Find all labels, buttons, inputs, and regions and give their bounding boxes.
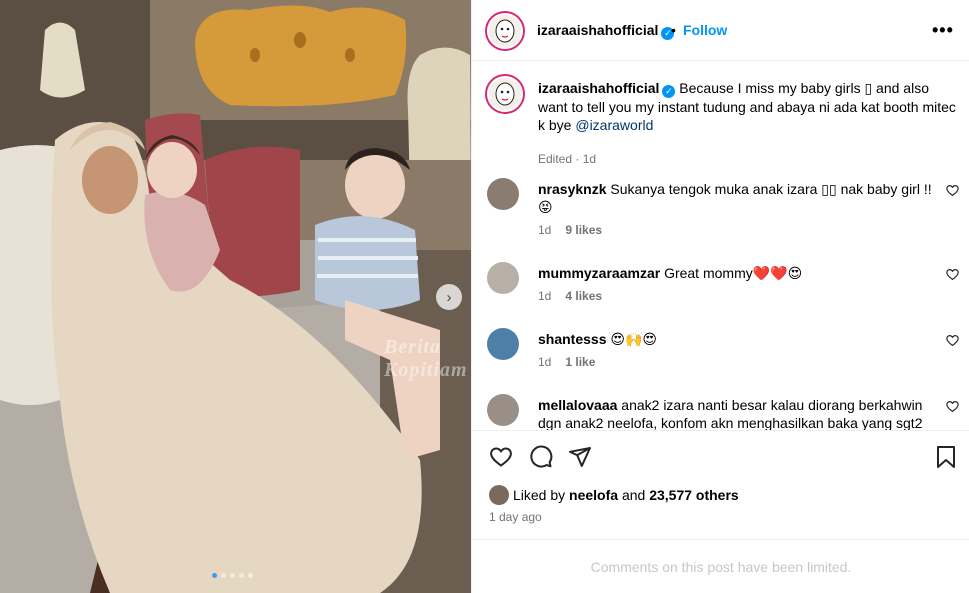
comment-text: nrasyknzk Sukanya tengok muka anak izara…: [538, 180, 938, 216]
comment-likes[interactable]: 4 likes: [565, 289, 602, 303]
comment-age: 1d: [538, 223, 552, 237]
carousel-next-button[interactable]: ›: [436, 284, 462, 310]
author-username-row[interactable]: izaraaishahofficial ✓: [537, 22, 675, 40]
liked-by-middle: and: [621, 487, 646, 503]
comment-age: 1d: [538, 355, 552, 369]
author-username[interactable]: izaraaishahofficial: [537, 22, 658, 38]
comment-body: 😍🙌😍: [610, 331, 657, 347]
comments-list[interactable]: izaraaishahofficial ✓ Because I miss my b…: [472, 62, 969, 430]
header-separator: •: [671, 22, 676, 38]
carousel-dot: [212, 573, 217, 578]
liked-by-user[interactable]: neelofa: [569, 487, 618, 503]
share-send-icon[interactable]: [568, 445, 592, 469]
carousel-dot: [221, 573, 226, 578]
caption-text: izaraaishahofficial ✓ Because I miss my b…: [538, 79, 958, 134]
commenter-avatar[interactable]: [487, 178, 519, 210]
comment-meta: 1d 9 likes: [538, 223, 602, 237]
caption-avatar[interactable]: [485, 74, 525, 114]
verified-badge-icon: ✓: [662, 85, 676, 98]
caption-mention-link[interactable]: @izaraworld: [575, 117, 653, 133]
commenter-avatar[interactable]: [487, 262, 519, 294]
caption-username[interactable]: izaraaishahofficial: [538, 80, 659, 96]
carousel-dot: [230, 573, 235, 578]
comments-limited-notice: Comments on this post have been limited.: [590, 559, 852, 575]
comment-like-heart-icon[interactable]: [946, 268, 959, 281]
post-side-panel: izaraaishahofficial ✓ • Follow ••• izaraa…: [471, 0, 969, 593]
carousel-dot: [248, 573, 253, 578]
liked-by-row[interactable]: Liked by neelofa and 23,577 others: [489, 485, 739, 505]
carousel-dot: [239, 573, 244, 578]
watermark-text: Berita Kopitiam: [384, 336, 468, 381]
liker-avatar: [489, 485, 509, 505]
post-actions: Liked by neelofa and 23,577 others 1 day…: [472, 430, 969, 540]
commenter-username[interactable]: mellalovaaa: [538, 397, 617, 413]
comment-text: shantesss 😍🙌😍: [538, 330, 938, 348]
comment-like-heart-icon[interactable]: [946, 184, 959, 197]
comment-likes[interactable]: 9 likes: [565, 223, 602, 237]
comment-likes[interactable]: 1 like: [565, 355, 595, 369]
liked-by-count[interactable]: 23,577 others: [649, 487, 739, 503]
comment-age: 1d: [538, 289, 552, 303]
carousel-indicator: [212, 573, 253, 578]
post-header: izaraaishahofficial ✓ • Follow •••: [472, 0, 969, 61]
save-bookmark-icon[interactable]: [935, 445, 957, 469]
commenter-username[interactable]: mummyzaraamzar: [538, 265, 660, 281]
comment-meta: 1d 4 likes: [538, 289, 602, 303]
follow-button[interactable]: Follow: [683, 22, 727, 38]
commenter-avatar[interactable]: [487, 328, 519, 360]
commenter-username[interactable]: nrasyknzk: [538, 181, 606, 197]
more-options-icon[interactable]: •••: [932, 20, 954, 41]
comment-text: mummyzaraamzar Great mommy❤️❤️😍: [538, 264, 938, 282]
comment-like-heart-icon[interactable]: [946, 400, 959, 413]
comment-bubble-icon[interactable]: [529, 445, 553, 469]
comment-meta: 1d 1 like: [538, 355, 595, 369]
comment-text: mellalovaaa anak2 izara nanti besar kala…: [538, 396, 938, 430]
liked-by-prefix: Liked by: [513, 487, 566, 503]
comment-like-heart-icon[interactable]: [946, 334, 959, 347]
author-avatar[interactable]: [485, 11, 525, 51]
post-timestamp[interactable]: 1 day ago: [489, 510, 542, 524]
caption-meta: Edited · 1d: [538, 152, 597, 166]
like-heart-icon[interactable]: [489, 445, 513, 469]
post-photo[interactable]: Berita Kopitiam ›: [0, 0, 471, 593]
commenter-username[interactable]: shantesss: [538, 331, 606, 347]
photo-illustration: [0, 0, 471, 593]
comment-body: Great mommy❤️❤️😍: [664, 265, 803, 281]
commenter-avatar[interactable]: [487, 394, 519, 426]
chevron-right-icon: ›: [446, 288, 452, 306]
